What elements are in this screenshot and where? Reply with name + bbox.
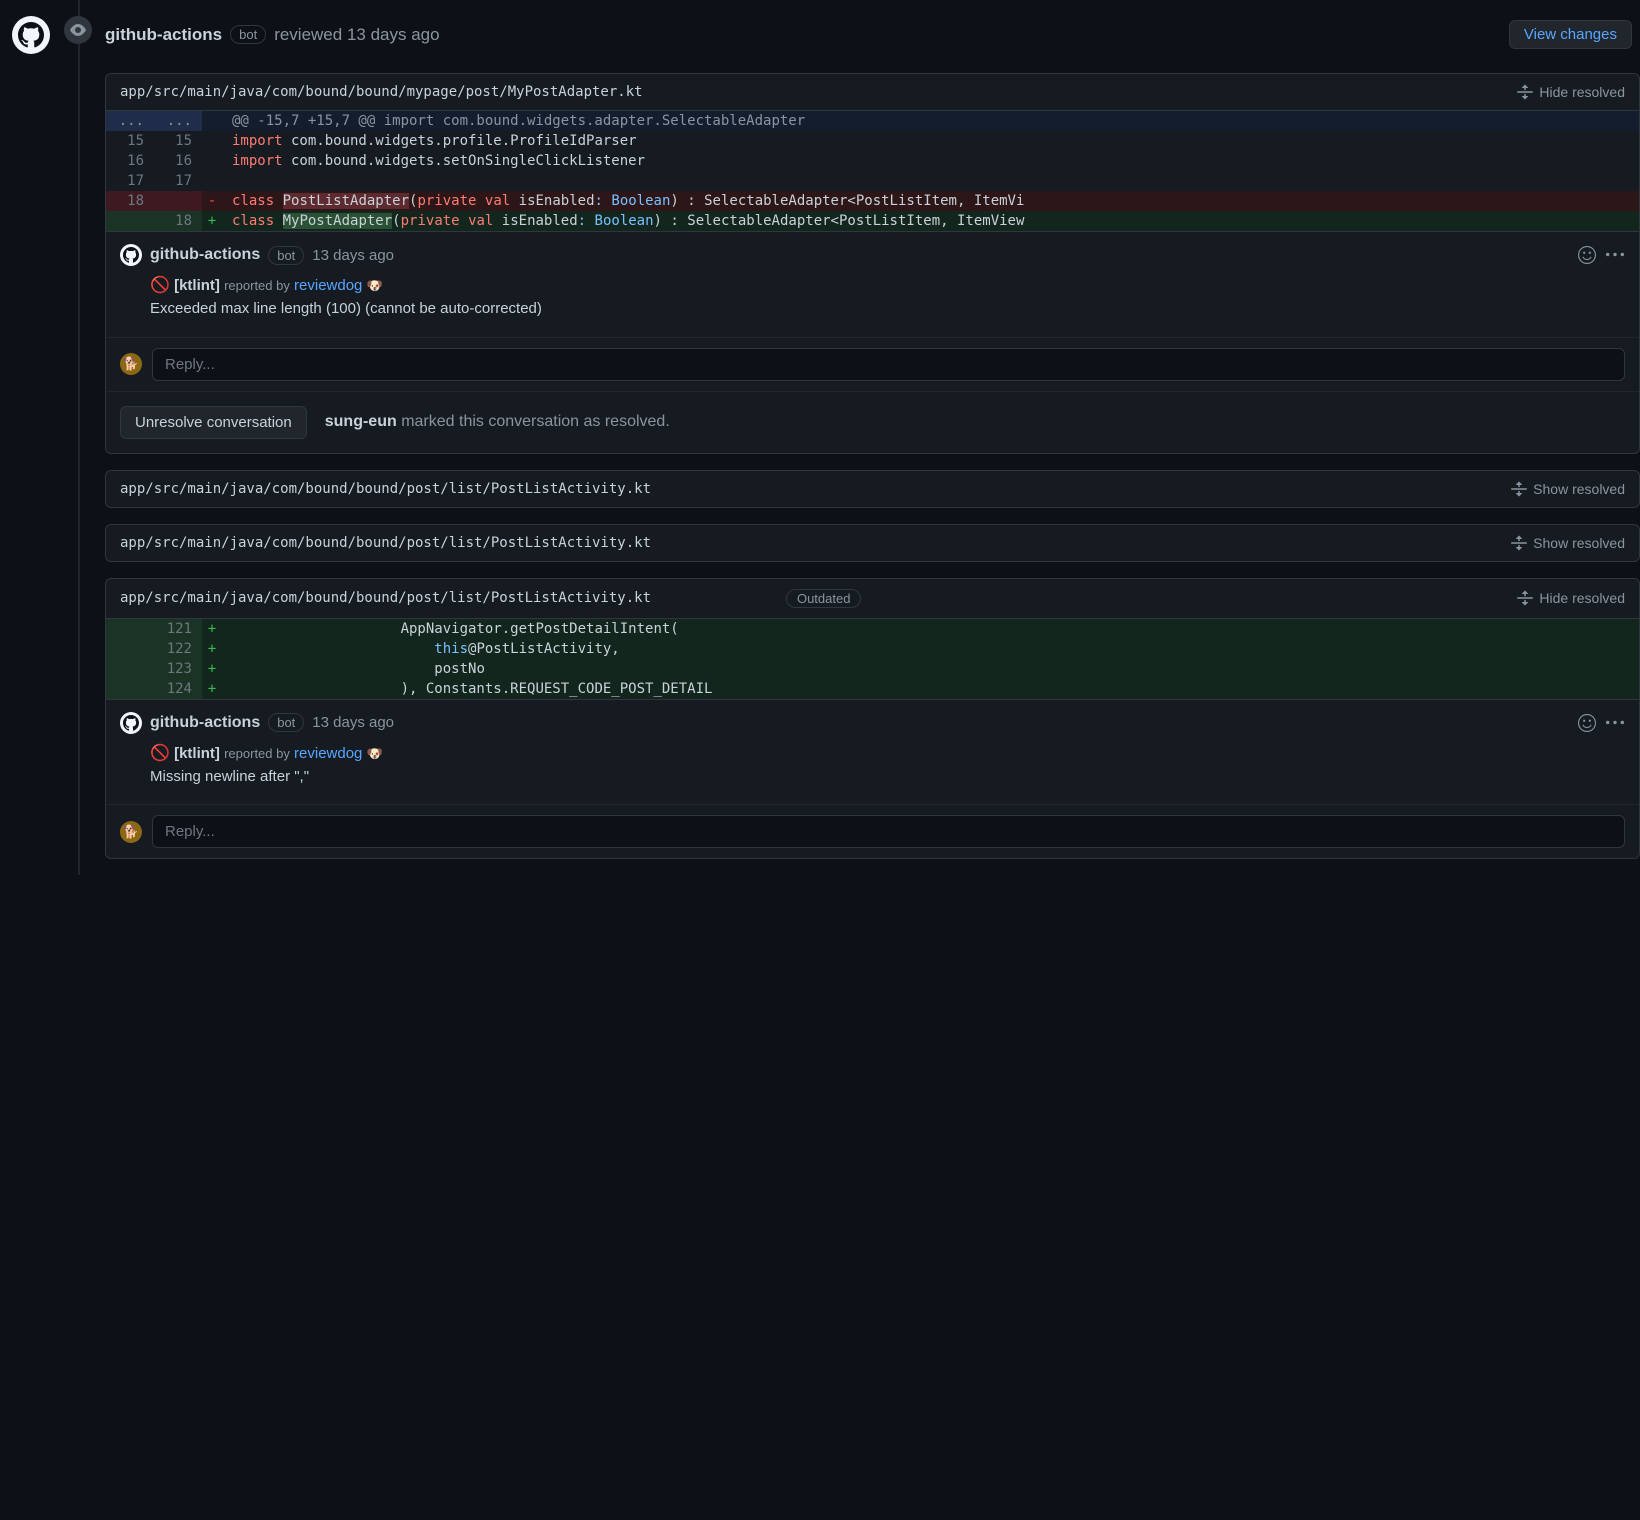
diff-row-added: 124+ ), Constants.REQUEST_CODE_POST_DETA… — [106, 679, 1639, 699]
dog-emoji: 🐶 — [367, 278, 383, 293]
diff-row-added: 121+ AppNavigator.getPostDetailIntent( — [106, 619, 1639, 639]
diff-row: 15 15 import com.bound.widgets.profile.P… — [106, 131, 1639, 151]
diff-row: 16 16 import com.bound.widgets.setOnSing… — [106, 151, 1639, 171]
user-avatar[interactable]: 🐕 — [120, 821, 142, 843]
comment-time: 13 days ago — [312, 714, 394, 731]
reviewdog-link[interactable]: reviewdog — [294, 745, 362, 762]
collapsed-review-card: app/src/main/java/com/bound/bound/post/l… — [105, 524, 1640, 562]
comment-message: Missing newline after "," — [150, 766, 1625, 789]
show-resolved-toggle[interactable]: Show resolved — [1511, 481, 1625, 497]
no-entry-icon: 🚫 — [150, 745, 170, 762]
review-card: app/src/main/java/com/bound/bound/post/l… — [105, 578, 1640, 860]
file-path[interactable]: app/src/main/java/com/bound/bound/mypage… — [120, 84, 1517, 100]
file-path[interactable]: app/src/main/java/com/bound/bound/post/l… — [120, 535, 1511, 551]
reviewdog-link[interactable]: reviewdog — [294, 277, 362, 294]
hunk-header: ... ... @@ -15,7 +15,7 @@ import com.bou… — [106, 111, 1639, 131]
review-badge-icon — [64, 16, 92, 44]
diff-row-added: 18 + class MyPostAdapter(private val isE… — [106, 211, 1639, 231]
file-path[interactable]: app/src/main/java/com/bound/bound/post/l… — [120, 481, 1511, 497]
hide-resolved-toggle[interactable]: Hide resolved — [1517, 84, 1625, 100]
unfold-icon — [1517, 84, 1533, 100]
file-path[interactable]: app/src/main/java/com/bound/bound/post/l… — [120, 590, 776, 606]
resolved-status: sung-eun marked this conversation as res… — [325, 413, 670, 431]
comment-author[interactable]: github-actions — [150, 246, 260, 264]
comment-message: Exceeded max line length (100) (cannot b… — [150, 298, 1625, 321]
view-changes-button[interactable]: View changes — [1509, 20, 1632, 49]
unfold-icon — [1511, 535, 1527, 551]
diff-row-added: 123+ postNo — [106, 659, 1639, 679]
diff-table: ... ... @@ -15,7 +15,7 @@ import com.bou… — [106, 111, 1639, 231]
comment-time: 13 days ago — [312, 247, 394, 264]
reply-input[interactable] — [152, 815, 1625, 848]
comment-avatar[interactable] — [120, 244, 142, 266]
unresolve-button[interactable]: Unresolve conversation — [120, 406, 307, 439]
emoji-button[interactable] — [1577, 713, 1597, 733]
dog-emoji: 🐶 — [367, 746, 383, 761]
user-avatar[interactable]: 🐕 — [120, 353, 142, 375]
review-card: app/src/main/java/com/bound/bound/mypage… — [105, 73, 1640, 454]
bot-badge: bot — [230, 25, 266, 44]
bot-badge: bot — [268, 713, 304, 732]
show-resolved-toggle[interactable]: Show resolved — [1511, 535, 1625, 551]
kebab-menu-icon[interactable] — [1605, 713, 1625, 733]
review-comment: github-actions bot 13 days ago 🚫 [ktlint… — [106, 699, 1639, 805]
review-author[interactable]: github-actions — [105, 25, 222, 45]
reply-input[interactable] — [152, 348, 1625, 381]
review-action-text: reviewed 13 days ago — [274, 25, 439, 45]
comment-author[interactable]: github-actions — [150, 714, 260, 732]
bot-badge: bot — [268, 246, 304, 265]
linter-tag: [ktlint] — [174, 277, 220, 294]
collapsed-review-card: app/src/main/java/com/bound/bound/post/l… — [105, 470, 1640, 508]
comment-avatar[interactable] — [120, 712, 142, 734]
diff-table: 121+ AppNavigator.getPostDetailIntent( 1… — [106, 619, 1639, 699]
linter-tag: [ktlint] — [174, 745, 220, 762]
diff-row-deleted: 18 - class PostListAdapter(private val i… — [106, 191, 1639, 211]
no-entry-icon: 🚫 — [150, 277, 170, 294]
unfold-icon — [1517, 590, 1533, 606]
review-comment: github-actions bot 13 days ago 🚫 [ktlint… — [106, 231, 1639, 337]
kebab-menu-icon[interactable] — [1605, 245, 1625, 265]
diff-row: 17 17 — [106, 171, 1639, 191]
github-avatar-main[interactable] — [12, 16, 50, 54]
hide-resolved-toggle[interactable]: Hide resolved — [1517, 590, 1625, 606]
diff-row-added: 122+ this@PostListActivity, — [106, 639, 1639, 659]
outdated-badge: Outdated — [786, 589, 862, 608]
emoji-button[interactable] — [1577, 245, 1597, 265]
unfold-icon — [1511, 481, 1527, 497]
